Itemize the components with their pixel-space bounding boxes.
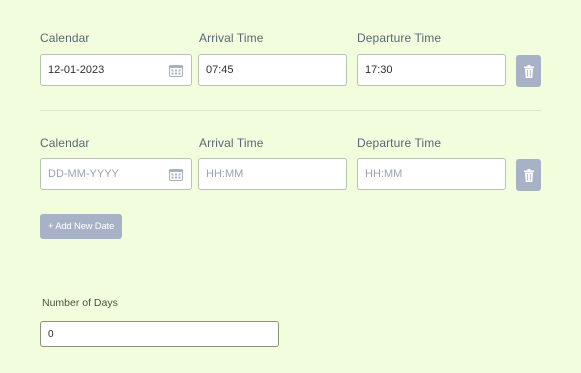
calendar-input-1[interactable]: 12-01-2023 xyxy=(40,54,192,86)
calendar-input-1-value: 12-01-2023 xyxy=(48,64,105,76)
delete-row-button-2[interactable] xyxy=(516,159,541,191)
trash-icon xyxy=(523,168,534,182)
departure-time-input-1[interactable]: 17:30 xyxy=(357,54,506,86)
calendar-input-2[interactable]: DD-MM-YYYY xyxy=(40,158,192,190)
row-divider xyxy=(40,110,541,111)
arrival-time-input-2[interactable]: HH:MM xyxy=(198,158,347,190)
number-of-days-input[interactable]: 0 xyxy=(40,321,279,347)
calendar-input-2-placeholder: DD-MM-YYYY xyxy=(48,168,119,180)
calendar-label-1: Calendar xyxy=(40,31,90,45)
arrival-time-input-1[interactable]: 07:45 xyxy=(198,54,347,86)
arrival-time-input-1-value: 07:45 xyxy=(206,64,234,76)
departure-time-input-2[interactable]: HH:MM xyxy=(357,158,506,190)
add-new-date-button[interactable]: + Add New Date xyxy=(40,214,122,239)
calendar-label-2: Calendar xyxy=(40,136,90,150)
calendar-icon[interactable] xyxy=(169,64,183,77)
number-of-days-value: 0 xyxy=(48,328,54,340)
trash-icon xyxy=(523,64,534,78)
departure-time-input-2-placeholder: HH:MM xyxy=(365,168,403,180)
arrival-time-label-2: Arrival Time xyxy=(199,136,264,150)
arrival-time-label-1: Arrival Time xyxy=(199,31,264,45)
delete-row-button-1[interactable] xyxy=(516,55,541,87)
departure-time-label-2: Departure Time xyxy=(357,136,442,150)
calendar-icon[interactable] xyxy=(169,168,183,181)
date-entry-form: Calendar Arrival Time Departure Time 12-… xyxy=(0,0,581,373)
arrival-time-input-2-placeholder: HH:MM xyxy=(206,168,244,180)
departure-time-label-1: Departure Time xyxy=(357,31,442,45)
departure-time-input-1-value: 17:30 xyxy=(365,64,393,76)
number-of-days-label: Number of Days xyxy=(42,297,118,309)
